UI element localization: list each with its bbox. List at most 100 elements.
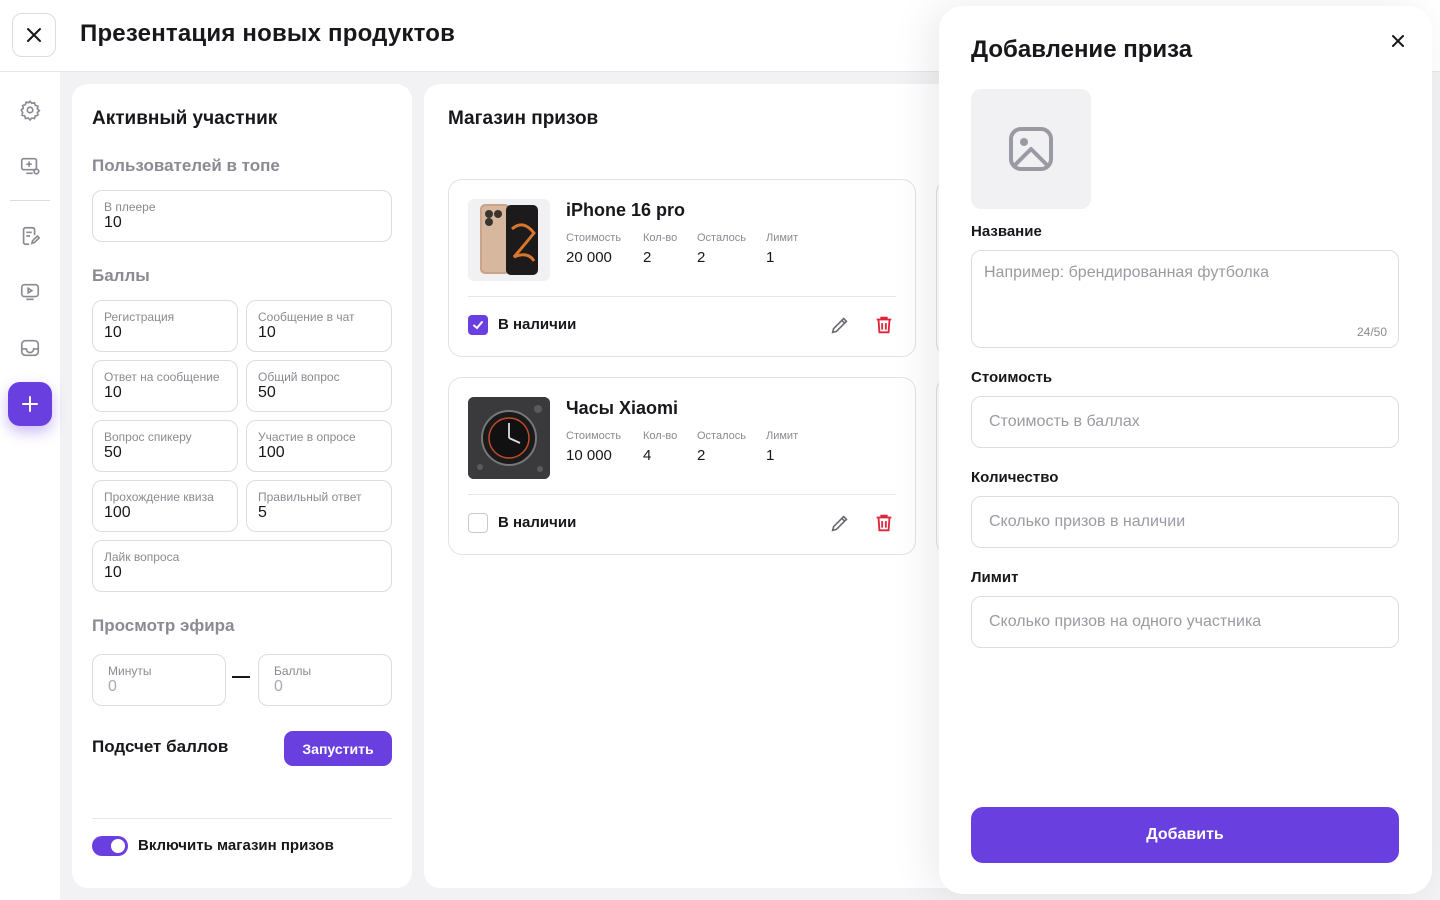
view-minutes-field[interactable]: Минуты 0 xyxy=(92,654,226,706)
pencil-icon[interactable] xyxy=(829,314,851,336)
image-icon xyxy=(1009,127,1053,171)
field-label: Общий вопрос xyxy=(258,370,340,384)
prize-image xyxy=(468,199,550,281)
gear-icon[interactable] xyxy=(18,98,42,122)
add-prize-drawer: Добавление приза Название Например: брен… xyxy=(939,6,1432,894)
field-value: 50 xyxy=(104,444,122,461)
add-prize-button[interactable]: Добавить xyxy=(971,807,1399,863)
image-upload[interactable] xyxy=(971,89,1091,209)
panel-title: Активный участник xyxy=(92,108,278,129)
cost-label: Стоимость xyxy=(971,369,1053,386)
top-users-label: Пользователей в топе xyxy=(92,156,280,175)
placeholder: Например: брендированная футболка xyxy=(984,264,1270,281)
in-stock-checkbox[interactable] xyxy=(468,513,488,533)
in-stock-checkbox[interactable] xyxy=(468,315,488,335)
name-textarea[interactable]: Например: брендированная футболка 24/50 xyxy=(971,250,1399,348)
run-button[interactable]: Запустить xyxy=(284,731,392,766)
name-label: Название xyxy=(971,223,1042,240)
divider xyxy=(92,818,392,819)
stat-limit: Лимит 1 xyxy=(766,232,799,266)
in-stock-label: В наличии xyxy=(498,514,577,531)
divider xyxy=(468,494,896,495)
placeholder: Стоимость в баллах xyxy=(989,413,1140,430)
view-points-field[interactable]: Баллы 0 xyxy=(258,654,392,706)
prize-card[interactable]: Часы Xiaomi Стоимость 10 000 Кол-во 4 Оста… xyxy=(448,377,916,555)
sidebar xyxy=(0,72,60,900)
drawer-title: Добавление приза xyxy=(971,36,1193,63)
cost-input[interactable]: Стоимость в баллах xyxy=(971,396,1399,448)
prize-card[interactable]: iPhone 16 pro Стоимость 20 000 Кол-во 2 Ос… xyxy=(448,179,916,357)
prize-shop-panel: Магазин призов iPhone 16 pro Стоимость 20… xyxy=(424,84,1024,888)
stat-cost: Стоимость 10 000 xyxy=(566,430,622,464)
field-label: Ответ на сообщение xyxy=(104,370,220,384)
panel-title: Магазин призов xyxy=(448,108,599,129)
field-value: 10 xyxy=(258,324,276,341)
placeholder: Сколько призов на одного участника xyxy=(989,613,1262,630)
points-calc-label: Подсчет баллов xyxy=(92,737,229,756)
points-field-speaker-question[interactable]: Вопрос спикеру 50 xyxy=(92,420,238,472)
points-label: Баллы xyxy=(92,266,150,285)
prize-image xyxy=(468,397,550,479)
stat-left: Осталось 2 xyxy=(697,232,746,266)
toggle-knob xyxy=(111,839,125,853)
pencil-icon[interactable] xyxy=(829,512,851,534)
field-value: 10 xyxy=(104,564,122,581)
field-label: Баллы xyxy=(274,664,312,678)
field-label: В плеере xyxy=(104,200,156,214)
field-label: Минуты xyxy=(108,664,152,678)
field-value: 0 xyxy=(274,678,283,695)
field-value: 50 xyxy=(258,384,276,401)
active-participant-panel: Активный участник Пользователей в топе В… xyxy=(72,84,412,888)
limit-label: Лимит xyxy=(971,569,1019,586)
char-counter: 24/50 xyxy=(1356,325,1387,339)
inbox-icon[interactable] xyxy=(18,336,42,360)
in-player-field[interactable]: В плеере 10 xyxy=(92,190,392,242)
add-button[interactable] xyxy=(8,382,52,426)
field-value: 0 xyxy=(108,678,117,695)
field-label: Участие в опросе xyxy=(258,430,356,444)
points-field-correct-answer[interactable]: Правильный ответ 5 xyxy=(246,480,392,532)
range-dash xyxy=(232,676,250,678)
points-field-general-question[interactable]: Общий вопрос 50 xyxy=(246,360,392,412)
stat-limit: Лимит 1 xyxy=(766,430,799,464)
stat-qty: Кол-во 2 xyxy=(643,232,678,266)
drawer-close-button[interactable] xyxy=(1387,30,1409,52)
placeholder: Сколько призов в наличии xyxy=(989,513,1186,530)
screen-add-icon[interactable] xyxy=(18,154,42,178)
limit-input[interactable]: Сколько призов на одного участника xyxy=(971,596,1399,648)
field-label: Лайк вопроса xyxy=(104,550,180,564)
field-value: 10 xyxy=(104,384,122,401)
close-icon xyxy=(1392,35,1404,47)
field-label: Регистрация xyxy=(104,310,175,324)
edit-doc-icon[interactable] xyxy=(18,224,42,248)
sidebar-divider xyxy=(10,200,50,201)
divider xyxy=(468,296,896,297)
close-button[interactable] xyxy=(12,13,56,57)
prize-name: Часы Xiaomi xyxy=(566,398,679,418)
close-icon xyxy=(27,28,41,42)
field-value: 5 xyxy=(258,504,267,521)
check-icon xyxy=(473,321,483,330)
shop-toggle-label: Включить магазин призов xyxy=(138,837,334,854)
prize-name: iPhone 16 pro xyxy=(566,200,686,220)
field-label: Прохождение квиза xyxy=(104,490,214,504)
points-field-quiz[interactable]: Прохождение квиза 100 xyxy=(92,480,238,532)
points-field-poll[interactable]: Участие в опросе 100 xyxy=(246,420,392,472)
qty-input[interactable]: Сколько призов в наличии xyxy=(971,496,1399,548)
points-field-chat-message[interactable]: Сообщение в чат 10 xyxy=(246,300,392,352)
view-label: Просмотр эфира xyxy=(92,616,235,635)
field-label: Правильный ответ xyxy=(258,490,362,504)
qty-label: Количество xyxy=(971,469,1059,486)
trash-icon[interactable] xyxy=(873,512,895,534)
field-label: Сообщение в чат xyxy=(258,310,355,324)
trash-icon[interactable] xyxy=(873,314,895,336)
points-field-reply[interactable]: Ответ на сообщение 10 xyxy=(92,360,238,412)
in-stock-label: В наличии xyxy=(498,316,577,333)
play-screen-icon[interactable] xyxy=(18,280,42,304)
stat-qty: Кол-во 4 xyxy=(643,430,678,464)
points-field-question-like[interactable]: Лайк вопроса 10 xyxy=(92,540,392,592)
points-field-registration[interactable]: Регистрация 10 xyxy=(92,300,238,352)
page-title: Презентация новых продуктов xyxy=(80,20,456,47)
field-value: 10 xyxy=(104,324,122,341)
shop-toggle[interactable] xyxy=(92,836,128,856)
